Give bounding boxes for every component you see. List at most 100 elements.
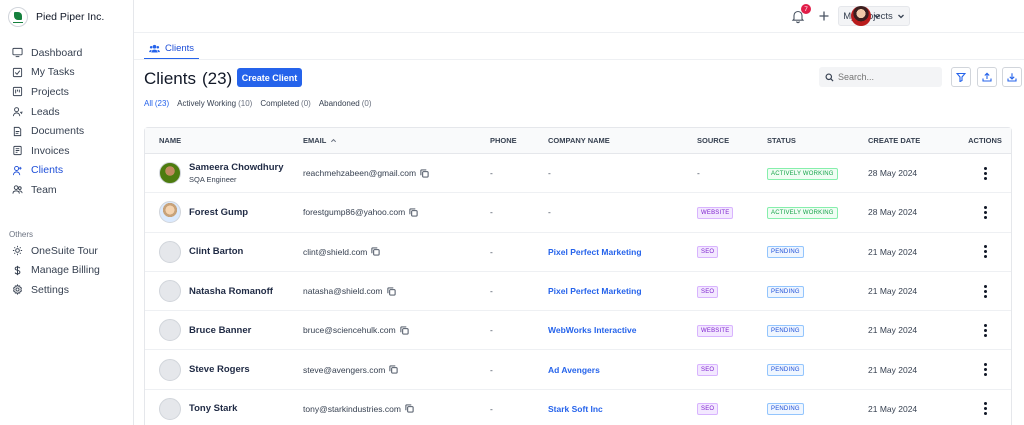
download-button[interactable] xyxy=(1002,67,1022,87)
more-actions-icon[interactable] xyxy=(983,284,987,298)
sidebar-item-label: Dashboard xyxy=(31,46,83,59)
table-row[interactable]: Natasha Romanoff natasha@shield.com - Pi… xyxy=(145,272,1011,312)
header-status[interactable]: STATUS xyxy=(767,136,868,145)
client-phone: - xyxy=(490,207,493,218)
sidebar-nav: Dashboard My Tasks Projects Leads Docume… xyxy=(0,43,133,200)
sidebar-item-clients[interactable]: Clients xyxy=(0,161,133,181)
filter-button[interactable] xyxy=(951,67,971,87)
header-source[interactable]: SOURCE xyxy=(697,136,767,145)
client-company[interactable]: Pixel Perfect Marketing xyxy=(548,247,642,257)
client-email: tony@starkindustries.com xyxy=(303,403,401,414)
table-row[interactable]: Tony Stark tony@starkindustries.com - St… xyxy=(145,390,1011,425)
sidebar-item-documents[interactable]: Documents xyxy=(0,121,133,141)
client-create-date: 28 May 2024 xyxy=(868,207,918,218)
more-actions-icon[interactable] xyxy=(983,402,987,416)
client-email: clint@shield.com xyxy=(303,246,368,257)
more-actions-icon[interactable] xyxy=(983,323,987,337)
search-box[interactable] xyxy=(819,67,942,87)
filter-label: Completed xyxy=(260,99,300,108)
row-actions-cell xyxy=(959,166,1011,180)
header-email-label: EMAIL xyxy=(303,136,327,145)
copy-icon[interactable] xyxy=(405,404,414,413)
create-client-button[interactable]: Create Client xyxy=(237,68,302,87)
table-row[interactable]: Forest Gump forestgump86@yahoo.com - - W… xyxy=(145,193,1011,233)
sidebar-item-my-tasks[interactable]: My Tasks xyxy=(0,63,133,83)
leads-icon xyxy=(12,106,23,117)
client-title: SQA Engineer xyxy=(189,175,237,185)
user-avatar[interactable] xyxy=(851,6,871,26)
table-row[interactable]: Sameera Chowdhury SQA Engineer reachmehz… xyxy=(145,154,1011,194)
filter-completed[interactable]: Completed (0) xyxy=(260,99,310,108)
header-phone[interactable]: PHONE xyxy=(490,136,548,145)
more-actions-icon[interactable] xyxy=(983,363,987,377)
brand[interactable]: Pied Piper Inc. xyxy=(8,7,104,27)
client-company[interactable]: Stark Soft Inc xyxy=(548,404,603,414)
client-company-cell: Pixel Perfect Marketing xyxy=(548,286,697,296)
filter-actively-working[interactable]: Actively Working (10) xyxy=(177,99,252,108)
header-company[interactable]: COMPANY NAME xyxy=(548,136,697,145)
sidebar-item-dashboard[interactable]: Dashboard xyxy=(0,43,133,63)
client-name-cell: Bruce Banner xyxy=(145,319,303,342)
filter-label: Abandoned xyxy=(318,99,360,108)
client-avatar xyxy=(159,280,181,303)
source-badge: WEBSITE xyxy=(697,206,734,219)
client-email-cell: bruce@sciencehulk.com xyxy=(303,325,490,335)
table-row[interactable]: Steve Rogers steve@avengers.com - Ad Ave… xyxy=(145,350,1011,390)
copy-icon[interactable] xyxy=(371,247,380,256)
more-actions-icon[interactable] xyxy=(983,166,987,180)
sidebar-item-settings[interactable]: Settings xyxy=(0,280,133,300)
client-name[interactable]: Steve Rogers xyxy=(189,364,250,375)
copy-icon[interactable] xyxy=(386,286,396,296)
copy-icon[interactable] xyxy=(389,365,398,374)
client-email: forestgump86@yahoo.com xyxy=(303,207,406,218)
client-company-cell: Pixel Perfect Marketing xyxy=(548,247,697,257)
sidebar-item-manage-billing[interactable]: Manage Billing xyxy=(0,261,133,281)
client-company[interactable]: Pixel Perfect Marketing xyxy=(548,286,642,296)
more-actions-icon[interactable] xyxy=(983,245,987,259)
client-company: - xyxy=(548,168,551,179)
filter-abandoned[interactable]: Abandoned (0) xyxy=(319,99,372,108)
copy-icon[interactable] xyxy=(420,169,429,178)
table-row[interactable]: Bruce Banner bruce@sciencehulk.com - Web… xyxy=(145,311,1011,351)
client-company[interactable]: WebWorks Interactive xyxy=(548,325,637,335)
client-create-date: 21 May 2024 xyxy=(868,364,918,375)
sort-up-icon xyxy=(331,138,337,143)
sidebar-item-team[interactable]: Team xyxy=(0,180,133,200)
chevron-down-icon[interactable] xyxy=(873,12,881,20)
client-name-block: Clint Barton xyxy=(189,246,243,257)
header-create-date[interactable]: CREATE DATE xyxy=(868,136,959,145)
sidebar-item-invoices[interactable]: Invoices xyxy=(0,141,133,161)
filter-all[interactable]: All (23) xyxy=(144,99,169,108)
client-company-cell: Stark Soft Inc xyxy=(548,404,697,414)
search-input[interactable] xyxy=(838,72,938,82)
client-name[interactable]: Tony Stark xyxy=(189,403,237,414)
client-company[interactable]: Ad Avengers xyxy=(548,365,600,375)
client-name-cell: Tony Stark xyxy=(145,397,303,420)
client-name[interactable]: Forest Gump xyxy=(189,207,248,218)
client-name[interactable]: Natasha Romanoff xyxy=(189,286,273,297)
client-source-cell: WEBSITE xyxy=(697,206,767,219)
client-name[interactable]: Bruce Banner xyxy=(189,325,251,336)
status-badge: ACTIVELY WORKING xyxy=(767,167,838,180)
row-actions-cell xyxy=(959,245,1011,259)
page-title-count: (23) xyxy=(201,69,233,88)
header-name[interactable]: NAME xyxy=(145,136,303,145)
sidebar-item-onesuite-tour[interactable]: OneSuite Tour xyxy=(0,241,133,261)
client-source-cell: SEO xyxy=(697,245,767,259)
table-row[interactable]: Clint Barton clint@shield.com - Pixel Pe… xyxy=(145,233,1011,272)
client-name[interactable]: Clint Barton xyxy=(189,246,243,257)
more-actions-icon[interactable] xyxy=(983,205,987,219)
row-actions-cell xyxy=(959,402,1011,416)
upload-button[interactable] xyxy=(977,67,997,87)
invoices-icon xyxy=(12,145,23,156)
status-badge: PENDING xyxy=(767,364,804,377)
sidebar-item-leads[interactable]: Leads xyxy=(0,102,133,122)
copy-icon[interactable] xyxy=(409,208,418,217)
header-email[interactable]: EMAIL xyxy=(303,136,490,145)
copy-icon[interactable] xyxy=(400,326,409,335)
sidebar-item-projects[interactable]: Projects xyxy=(0,82,133,102)
upload-icon xyxy=(982,72,992,82)
client-name[interactable]: Sameera Chowdhury xyxy=(189,162,284,173)
add-button[interactable] xyxy=(816,8,832,24)
tab-clients[interactable]: Clients xyxy=(144,38,200,60)
